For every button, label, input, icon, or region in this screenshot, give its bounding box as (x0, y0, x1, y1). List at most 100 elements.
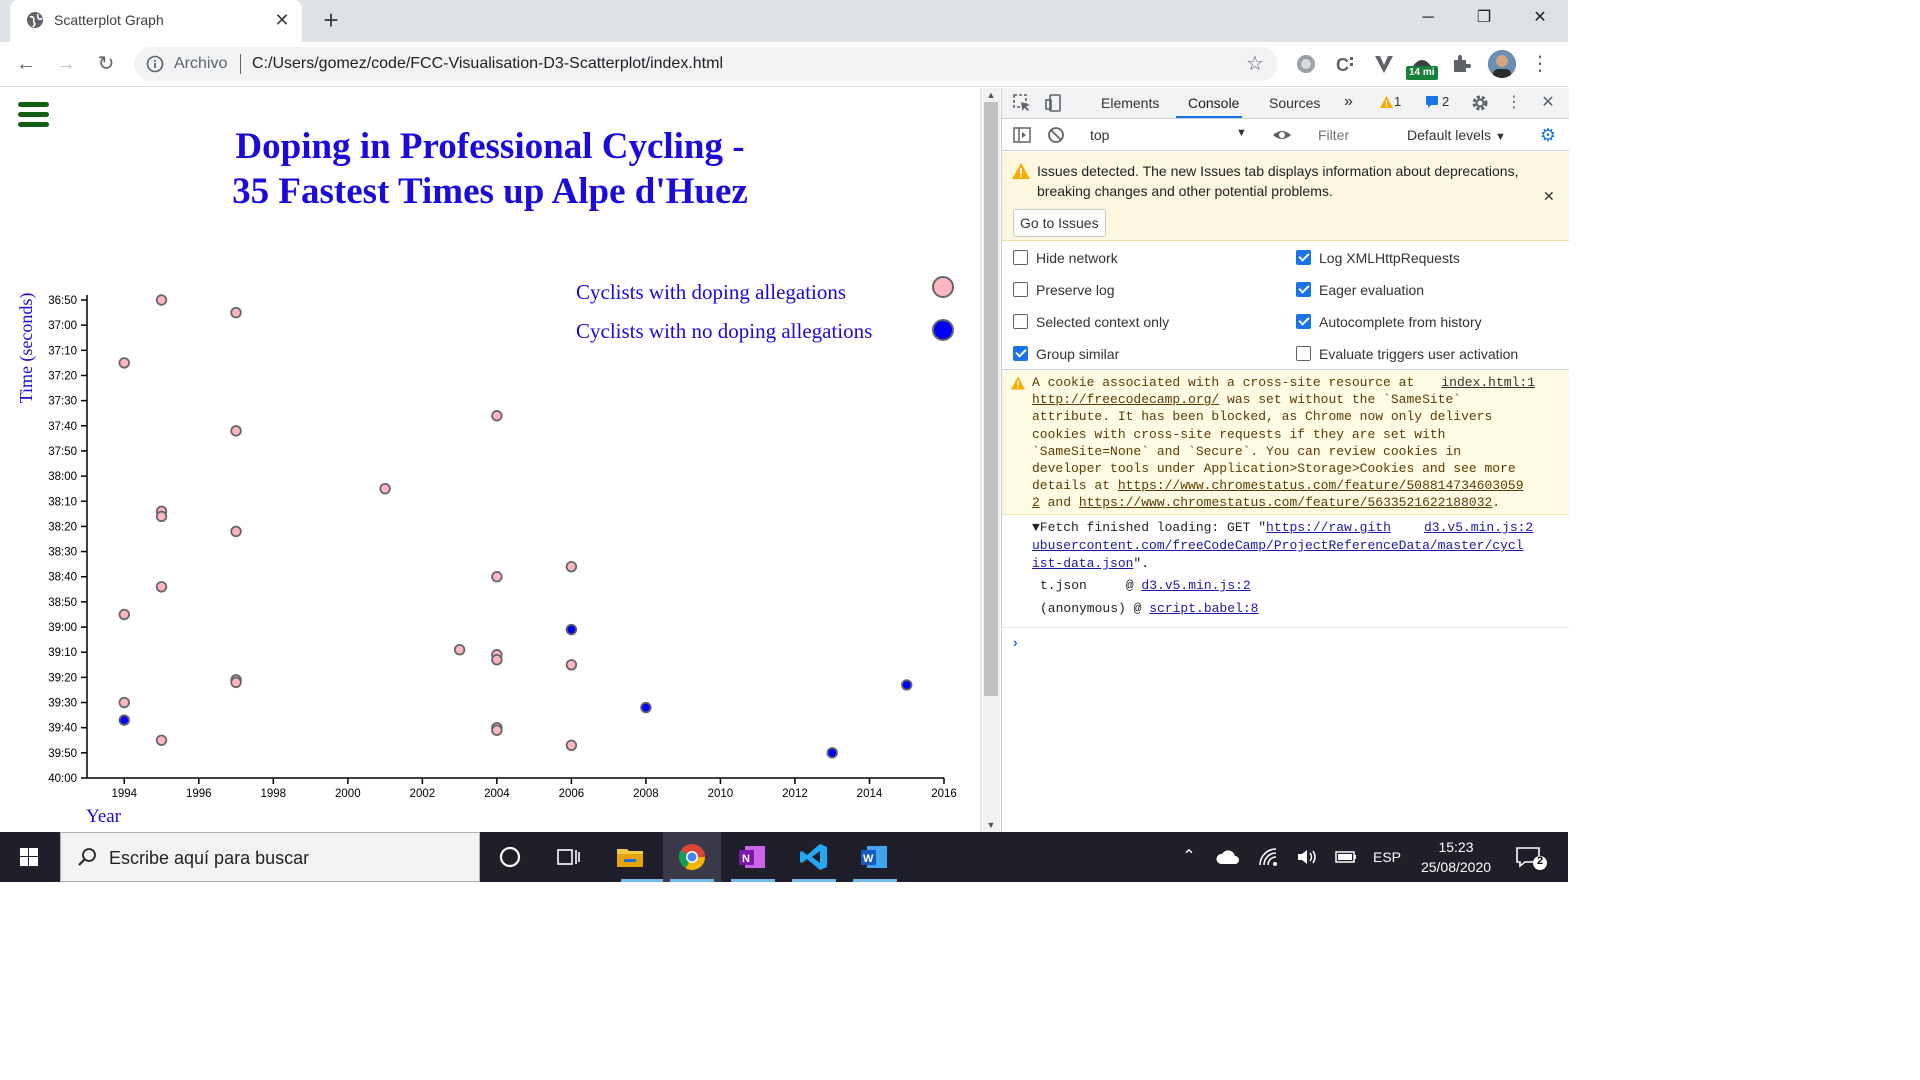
stack-source-link[interactable]: d3.v5.min.js:2 (1141, 578, 1250, 593)
console-filter-input[interactable] (1310, 124, 1398, 146)
data-point-clean[interactable] (118, 714, 130, 726)
stack-source-link[interactable]: script.babel:8 (1149, 601, 1258, 616)
vscode-icon[interactable] (798, 841, 830, 873)
data-point-doping[interactable] (491, 410, 503, 422)
show-sidebar-icon[interactable] (1012, 125, 1032, 145)
clear-console-icon[interactable] (1046, 125, 1066, 145)
devtools-menu-icon[interactable]: ⋮ (1504, 93, 1524, 113)
restore-icon[interactable]: ❐ (1456, 0, 1512, 36)
data-point-doping[interactable] (491, 571, 503, 583)
address-bar[interactable]: Archivo C:/Users/gomez/code/FCC-Visualis… (134, 47, 1278, 81)
show-hidden-icons-icon[interactable]: ⌃ (1176, 832, 1202, 882)
wifi-icon[interactable] (1258, 847, 1280, 867)
data-point-doping[interactable] (155, 734, 168, 746)
data-point-doping[interactable] (118, 357, 130, 369)
data-point-doping[interactable] (565, 739, 578, 751)
onedrive-cloud-icon[interactable] (1216, 849, 1240, 865)
scroll-up-arrow-icon[interactable]: ▲ (981, 88, 1001, 102)
data-point-clean[interactable] (565, 623, 578, 636)
checkbox[interactable] (1296, 314, 1311, 329)
extension-v-icon[interactable] (1372, 52, 1396, 76)
freecodecamp-link[interactable]: http://freecodecamp.org/ (1032, 392, 1219, 407)
checkbox[interactable] (1296, 250, 1311, 265)
data-point-doping[interactable] (155, 294, 168, 306)
chromestatus-link-2[interactable]: https://www.chromestatus.com/feature/563… (1079, 495, 1492, 510)
data-point-doping[interactable] (379, 482, 391, 495)
data-point-doping[interactable] (155, 510, 168, 523)
tab-elements[interactable]: Elements (1101, 95, 1159, 111)
scroll-down-arrow-icon[interactable]: ▼ (981, 818, 1001, 832)
console-fetch-message[interactable]: ▼Fetch finished loading: GET "https://ra… (1002, 516, 1569, 628)
bookmark-star-icon[interactable]: ☆ (1244, 53, 1266, 75)
extension-circle-icon[interactable] (1294, 52, 1318, 76)
message-icon[interactable] (1426, 96, 1438, 108)
eye-icon[interactable] (1272, 125, 1292, 145)
message-count[interactable]: 2 (1442, 94, 1449, 109)
context-selector[interactable]: top (1090, 127, 1109, 143)
settings-gear-icon[interactable] (1470, 93, 1490, 113)
data-point-doping[interactable] (118, 608, 130, 621)
context-dropdown-icon[interactable]: ▼ (1236, 127, 1247, 139)
tab-sources[interactable]: Sources (1269, 95, 1320, 111)
data-point-doping[interactable] (230, 425, 242, 437)
data-point-doping[interactable] (155, 581, 168, 593)
windows-start-icon[interactable] (0, 832, 58, 882)
close-banner-icon[interactable]: ✕ (1543, 188, 1555, 205)
data-point-clean[interactable] (901, 679, 913, 691)
close-tab-icon[interactable]: ✕ (272, 10, 292, 30)
inspect-element-icon[interactable] (1012, 93, 1032, 113)
info-icon[interactable] (146, 55, 164, 73)
page-scrollbar[interactable]: ▲ ▼ (980, 88, 1000, 832)
checkbox[interactable] (1013, 282, 1028, 297)
scrollbar-thumb[interactable] (984, 102, 998, 696)
checkbox[interactable] (1296, 282, 1311, 297)
go-to-issues-button[interactable]: Go to Issues (1013, 209, 1106, 237)
fetch-source-link[interactable]: d3.v5.min.js:2 (1420, 519, 1534, 537)
forward-icon[interactable]: → (52, 50, 80, 78)
data-point-doping[interactable] (118, 696, 130, 709)
onenote-icon[interactable]: N (736, 841, 768, 873)
file-explorer-icon[interactable] (614, 841, 646, 873)
chrome-menu-icon[interactable]: ⋮ (1530, 50, 1550, 78)
cortana-icon[interactable] (494, 841, 526, 873)
taskbar-clock[interactable]: 15:23 25/08/2020 (1418, 837, 1494, 877)
puzzle-icon[interactable] (1450, 52, 1474, 76)
console-prompt[interactable]: › (1013, 634, 1018, 650)
close-window-icon[interactable]: ✕ (1512, 0, 1568, 36)
language-indicator[interactable]: ESP (1370, 832, 1404, 882)
warning-icon[interactable] (1380, 96, 1393, 108)
minimize-icon[interactable]: ─ (1400, 0, 1456, 36)
warning-count[interactable]: 1 (1394, 94, 1401, 109)
more-tabs-icon[interactable]: » (1344, 93, 1353, 111)
reload-icon[interactable]: ↻ (92, 50, 120, 78)
data-point-doping[interactable] (230, 525, 242, 538)
browser-tab[interactable]: Scatterplot Graph ✕ (10, 0, 302, 42)
close-devtools-icon[interactable]: ✕ (1538, 93, 1558, 113)
data-point-doping[interactable] (453, 643, 466, 656)
address-url[interactable]: C:/Users/gomez/code/FCC-Visualisation-D3… (252, 55, 723, 73)
extension-c-icon[interactable]: C (1334, 52, 1358, 76)
task-view-icon[interactable] (552, 841, 584, 873)
chrome-icon[interactable] (676, 841, 708, 873)
tab-console[interactable]: Console (1188, 95, 1239, 111)
data-point-doping[interactable] (491, 654, 503, 666)
word-icon[interactable]: W (858, 841, 890, 873)
battery-icon[interactable] (1334, 849, 1358, 865)
device-toolbar-icon[interactable] (1044, 93, 1064, 113)
data-point-clean[interactable] (640, 701, 652, 714)
checkbox[interactable] (1013, 314, 1028, 329)
new-tab-button[interactable]: + (318, 6, 344, 34)
data-point-doping[interactable] (230, 306, 242, 319)
avatar[interactable] (1488, 50, 1516, 78)
back-icon[interactable]: ← (12, 50, 40, 78)
checkbox[interactable] (1296, 346, 1311, 361)
data-point-doping[interactable] (491, 724, 503, 736)
taskbar-search-box[interactable]: Escribe aquí para buscar (60, 832, 480, 882)
data-point-clean[interactable] (826, 747, 838, 759)
volume-icon[interactable] (1296, 848, 1318, 866)
checkbox[interactable] (1013, 250, 1028, 265)
data-point-doping[interactable] (230, 676, 242, 689)
checkbox[interactable] (1013, 346, 1028, 361)
log-levels-dropdown[interactable]: Default levels ▼ (1407, 127, 1506, 143)
data-point-doping[interactable] (565, 560, 578, 573)
